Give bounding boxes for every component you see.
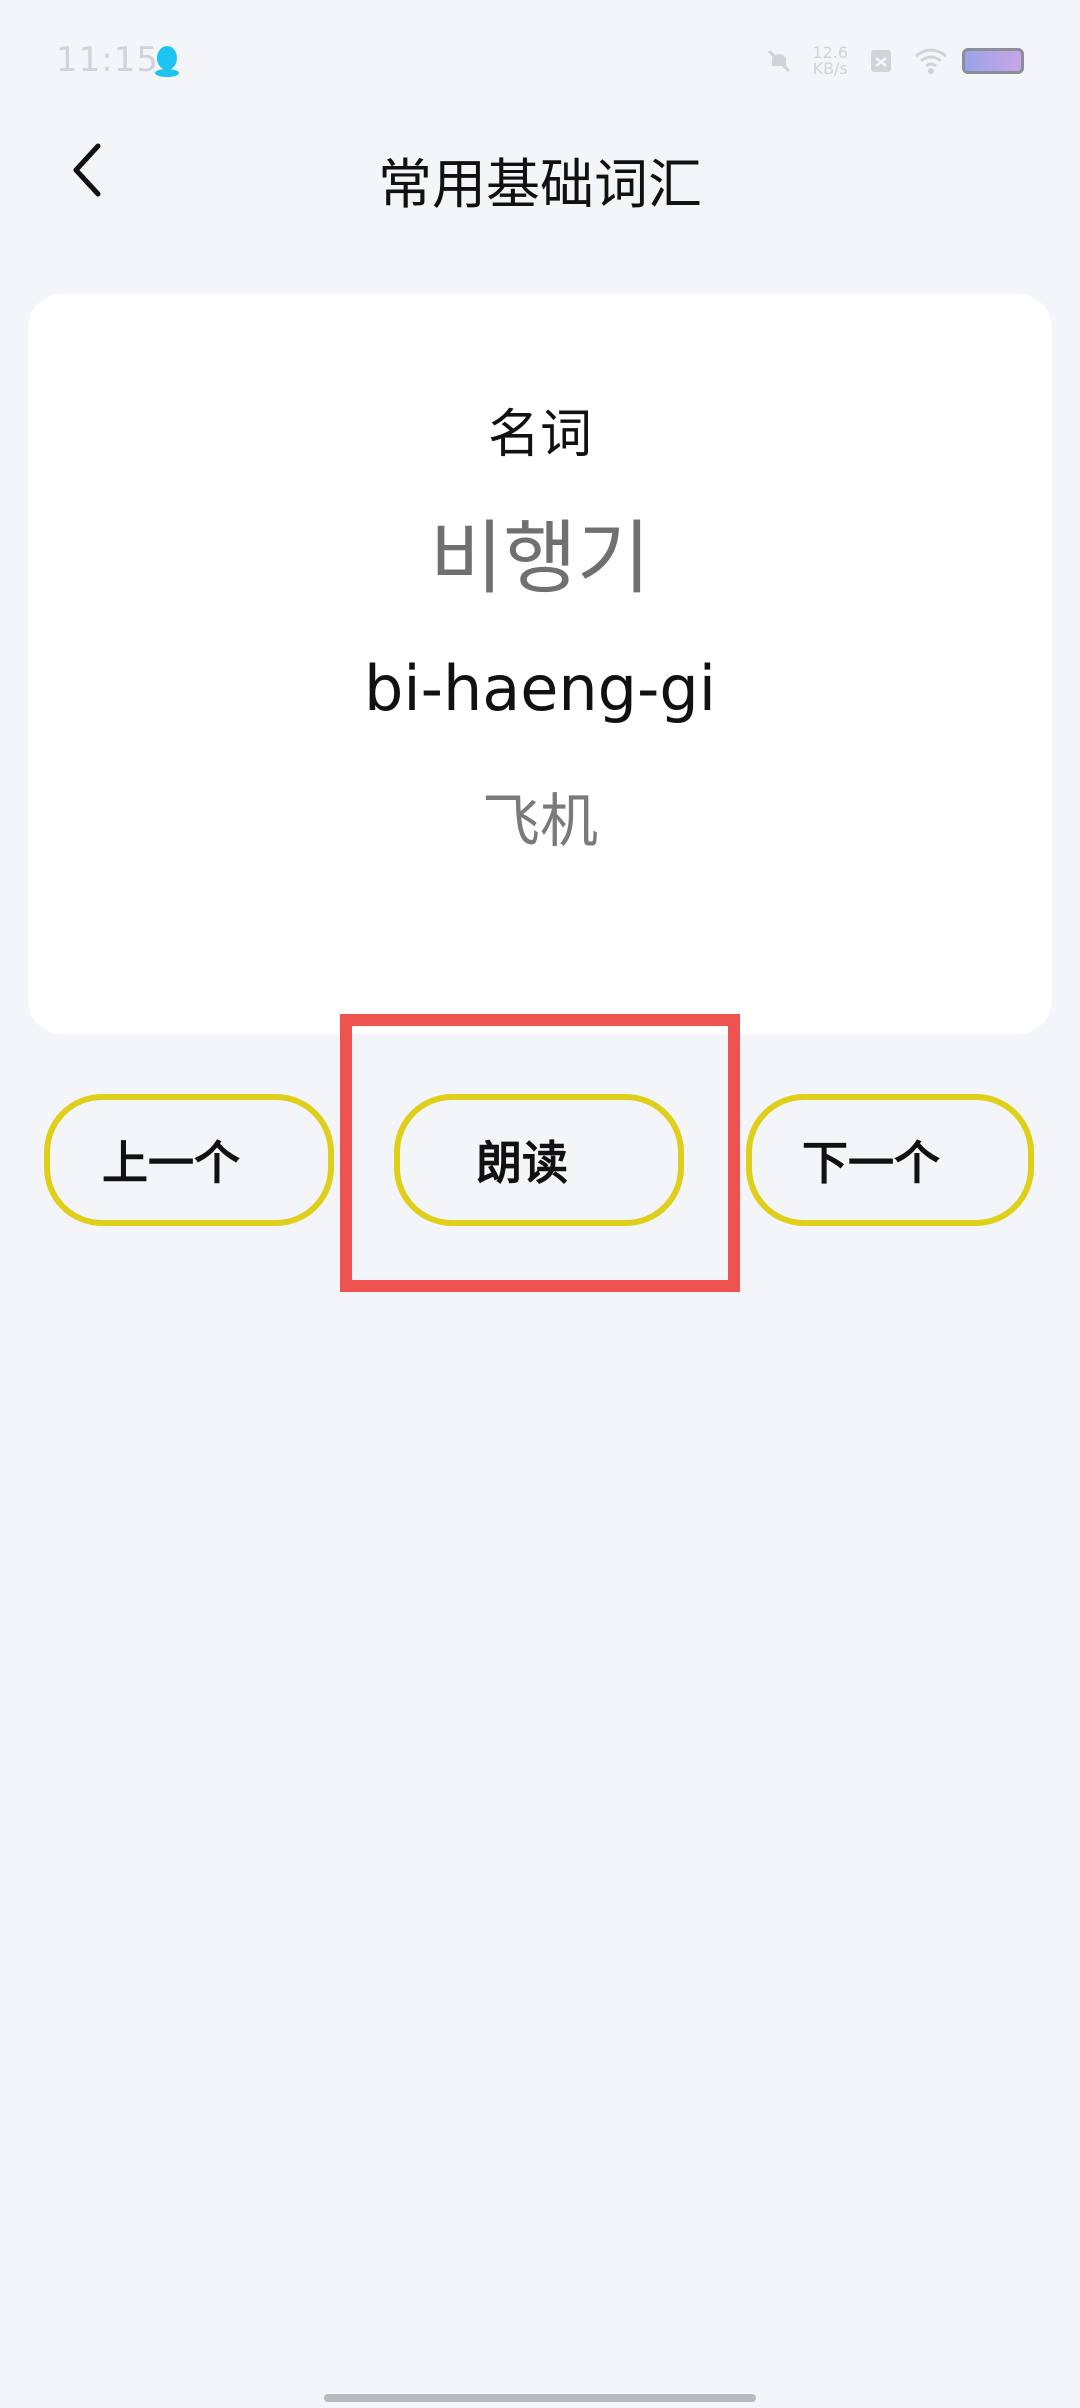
status-bar: 11:15 12.6 KB/s (0, 0, 1080, 120)
sim-icon (866, 46, 896, 76)
net-speed: 12.6 KB/s (812, 45, 848, 77)
word-card: 名词 비행기 bi-haeng-gi 飞机 (28, 294, 1052, 1034)
wifi-icon (914, 46, 947, 76)
screen: 11:15 12.6 KB/s 常用基础词汇 名词 비행기 bi-haeng-g… (0, 0, 1080, 2408)
battery-icon (962, 48, 1024, 74)
part-of-speech: 名词 (487, 405, 592, 465)
qq-icon (152, 44, 182, 78)
page-title: 常用基础词汇 (378, 153, 702, 216)
previous-button[interactable]: 上一个 (44, 1094, 334, 1226)
romanization: bi-haeng-gi (364, 652, 716, 725)
mute-icon (764, 46, 794, 76)
net-speed-unit: KB/s (812, 59, 848, 78)
status-time: 11:15 (56, 40, 159, 80)
translation: 飞机 (481, 787, 598, 855)
highlight-box (340, 1014, 740, 1292)
status-icons: 12.6 KB/s (764, 40, 1024, 82)
home-indicator[interactable] (324, 2394, 756, 2402)
korean-word: 비행기 (429, 512, 651, 605)
next-button[interactable]: 下一个 (746, 1094, 1034, 1226)
